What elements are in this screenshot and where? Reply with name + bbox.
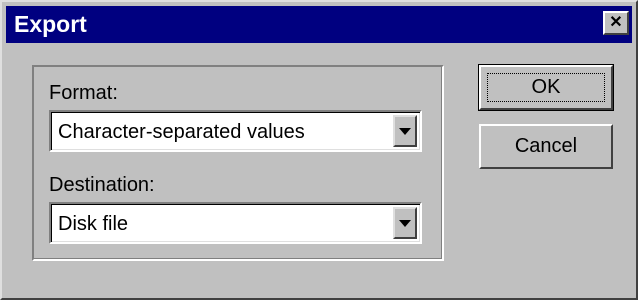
format-selected-value: Character-separated values: [58, 121, 305, 143]
destination-dropdown-button[interactable]: [393, 207, 417, 239]
cancel-button[interactable]: Cancel: [479, 124, 613, 169]
ok-button[interactable]: OK: [478, 64, 614, 111]
close-button[interactable]: ✕: [603, 11, 629, 35]
format-select[interactable]: Character-separated values: [49, 110, 422, 152]
chevron-down-icon: [399, 219, 411, 227]
window-title: Export: [14, 11, 87, 37]
destination-selected-value: Disk file: [58, 213, 129, 235]
export-dialog: Export ✕ Format: Character-separated val…: [0, 0, 638, 300]
format-dropdown-button[interactable]: [393, 115, 417, 147]
destination-label: Destination:: [49, 174, 155, 196]
close-icon: ✕: [609, 14, 623, 31]
destination-select[interactable]: Disk file: [49, 202, 422, 244]
cancel-button-label: Cancel: [514, 135, 578, 157]
title-bar[interactable]: Export ✕: [6, 6, 632, 43]
format-label: Format:: [49, 82, 118, 104]
ok-button-label: OK: [531, 76, 561, 98]
chevron-down-icon: [399, 127, 411, 135]
